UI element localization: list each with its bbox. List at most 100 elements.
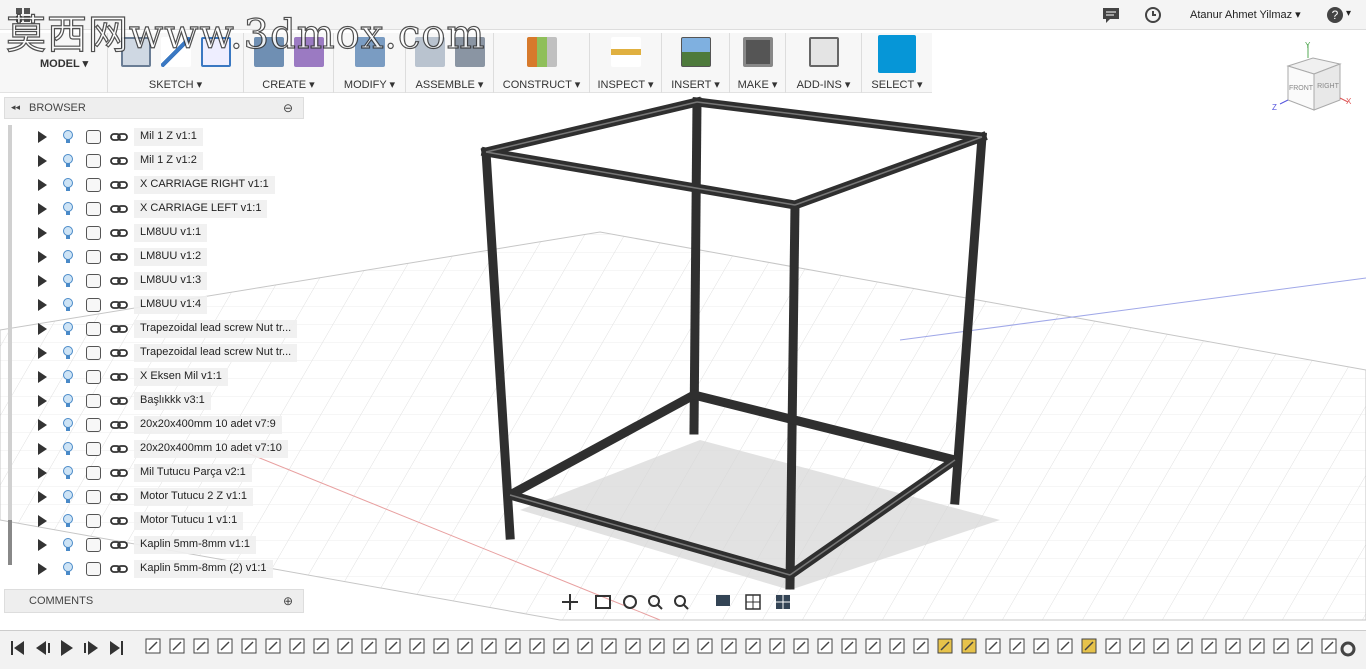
browser-item[interactable]: 20x20x400mm 10 adet v7:9: [0, 413, 304, 437]
timeline-feature-icon[interactable]: [817, 638, 833, 654]
offset-plane-icon[interactable]: [526, 37, 557, 67]
timeline-feature-icon[interactable]: [505, 638, 521, 654]
collapse-panel-icon[interactable]: ◂◂: [11, 102, 20, 113]
expand-arrow-icon[interactable]: [38, 251, 47, 263]
comments-panel-header[interactable]: COMMENTS ⊕: [4, 589, 304, 613]
timeline-feature-icon[interactable]: [649, 638, 665, 654]
expand-arrow-icon[interactable]: [38, 179, 47, 191]
browser-item[interactable]: Trapezoidal lead screw Nut tr...: [0, 341, 304, 365]
timeline-feature-icon[interactable]: [169, 638, 185, 654]
visibility-bulb-icon[interactable]: [62, 154, 74, 168]
browser-item[interactable]: Başlıkkk v3:1: [0, 389, 304, 413]
browser-item-label[interactable]: 20x20x400mm 10 adet v7:10: [134, 440, 288, 458]
timeline-feature-icon[interactable]: [793, 638, 809, 654]
timeline-feature-icon[interactable]: [481, 638, 497, 654]
orbit-icon[interactable]: [562, 594, 578, 610]
measure-icon[interactable]: [610, 37, 641, 67]
browser-item[interactable]: Kaplin 5mm-8mm (2) v1:1: [0, 557, 304, 581]
browser-item[interactable]: Motor Tutucu 2 Z v1:1: [0, 485, 304, 509]
make-group[interactable]: MAKE ▾: [730, 33, 786, 93]
browser-item[interactable]: Kaplin 5mm-8mm v1:1: [0, 533, 304, 557]
timeline-feature-icon[interactable]: [625, 638, 641, 654]
browser-item-label[interactable]: Mil 1 Z v1:2: [134, 152, 203, 170]
browser-item-label[interactable]: Kaplin 5mm-8mm v1:1: [134, 536, 257, 554]
timeline-feature-icon[interactable]: [1081, 638, 1097, 654]
expand-arrow-icon[interactable]: [38, 443, 47, 455]
timeline-feature-icon[interactable]: [1129, 638, 1145, 654]
browser-item-label[interactable]: Kaplin 5mm-8mm (2) v1:1: [134, 560, 273, 578]
visibility-bulb-icon[interactable]: [62, 226, 74, 240]
visibility-bulb-icon[interactable]: [62, 322, 74, 336]
construct-group[interactable]: CONSTRUCT ▾: [494, 33, 590, 93]
expand-arrow-icon[interactable]: [38, 131, 47, 143]
select-group[interactable]: SELECT ▾: [862, 33, 932, 93]
browser-item[interactable]: Mil Tutucu Parça v2:1: [0, 461, 304, 485]
expand-arrow-icon[interactable]: [38, 491, 47, 503]
timeline-feature-icon[interactable]: [409, 638, 425, 654]
viewcube-front-label[interactable]: FRONT: [1289, 85, 1314, 92]
visibility-bulb-icon[interactable]: [62, 538, 74, 552]
timeline-feature-icon[interactable]: [361, 638, 377, 654]
scripts-icon[interactable]: [808, 37, 839, 67]
timeline-feature-icon[interactable]: [1153, 638, 1169, 654]
zoom-icon[interactable]: [648, 595, 663, 610]
clock-icon[interactable]: [1144, 6, 1162, 24]
inspect-group[interactable]: INSPECT ▾: [590, 33, 662, 93]
expand-arrow-icon[interactable]: [38, 155, 47, 167]
browser-item[interactable]: Mil 1 Z v1:1: [0, 125, 304, 149]
visibility-bulb-icon[interactable]: [62, 250, 74, 264]
timeline-feature-icon[interactable]: [961, 638, 977, 654]
visibility-bulb-icon[interactable]: [62, 466, 74, 480]
browser-item[interactable]: LM8UU v1:4: [0, 293, 304, 317]
timeline-features[interactable]: [145, 638, 1337, 654]
3d-print-icon[interactable]: [742, 37, 773, 67]
browser-item-label[interactable]: Trapezoidal lead screw Nut tr...: [134, 320, 298, 338]
visibility-bulb-icon[interactable]: [62, 370, 74, 384]
visibility-bulb-icon[interactable]: [62, 178, 74, 192]
browser-item[interactable]: 20x20x400mm 10 adet v7:10: [0, 437, 304, 461]
expand-arrow-icon[interactable]: [38, 299, 47, 311]
viewports-icon[interactable]: [776, 595, 790, 609]
timeline-feature-icon[interactable]: [313, 638, 329, 654]
expand-arrow-icon[interactable]: [38, 203, 47, 215]
timeline-feature-icon[interactable]: [1225, 638, 1241, 654]
timeline-feature-icon[interactable]: [721, 638, 737, 654]
insert-group[interactable]: INSERT ▾: [662, 33, 730, 93]
timeline-feature-icon[interactable]: [697, 638, 713, 654]
timeline-feature-icon[interactable]: [601, 638, 617, 654]
step-forward-icon[interactable]: [84, 641, 98, 655]
browser-minimize-icon[interactable]: ⊖: [283, 101, 293, 115]
comments-add-icon[interactable]: ⊕: [283, 594, 293, 608]
timeline-feature-icon[interactable]: [913, 638, 929, 654]
timeline-feature-icon[interactable]: [889, 638, 905, 654]
visibility-bulb-icon[interactable]: [62, 346, 74, 360]
browser-item[interactable]: LM8UU v1:3: [0, 269, 304, 293]
visibility-bulb-icon[interactable]: [62, 562, 74, 576]
browser-item-label[interactable]: Motor Tutucu 1 v1:1: [134, 512, 244, 530]
expand-arrow-icon[interactable]: [38, 515, 47, 527]
timeline-feature-icon[interactable]: [937, 638, 953, 654]
browser-item-label[interactable]: LM8UU v1:4: [134, 296, 208, 314]
timeline-feature-icon[interactable]: [289, 638, 305, 654]
visibility-bulb-icon[interactable]: [62, 490, 74, 504]
browser-panel-header[interactable]: ◂◂ BROWSER ⊖: [4, 97, 304, 119]
browser-item[interactable]: X Eksen Mil v1:1: [0, 365, 304, 389]
browser-item[interactable]: X CARRIAGE LEFT v1:1: [0, 197, 304, 221]
browser-item-label[interactable]: Mil 1 Z v1:1: [134, 128, 203, 146]
zoom-window-icon[interactable]: [674, 595, 689, 610]
browser-item-label[interactable]: 20x20x400mm 10 adet v7:9: [134, 416, 282, 434]
timeline-feature-icon[interactable]: [1177, 638, 1193, 654]
browser-item[interactable]: Mil 1 Z v1:2: [0, 149, 304, 173]
browser-item[interactable]: Motor Tutucu 1 v1:1: [0, 509, 304, 533]
timeline-settings-icon[interactable]: [1340, 641, 1356, 657]
go-to-end-icon[interactable]: [110, 641, 123, 655]
browser-item-label[interactable]: Motor Tutucu 2 Z v1:1: [134, 488, 253, 506]
timeline-feature-icon[interactable]: [457, 638, 473, 654]
timeline-feature-icon[interactable]: [745, 638, 761, 654]
expand-arrow-icon[interactable]: [38, 539, 47, 551]
browser-item-label[interactable]: LM8UU v1:1: [134, 224, 208, 242]
visibility-bulb-icon[interactable]: [62, 418, 74, 432]
viewcube-right-label[interactable]: RIGHT: [1317, 83, 1340, 90]
help-dropdown-icon[interactable]: ▾: [1346, 8, 1351, 19]
addins-group[interactable]: ADD-INS ▾: [786, 33, 862, 93]
